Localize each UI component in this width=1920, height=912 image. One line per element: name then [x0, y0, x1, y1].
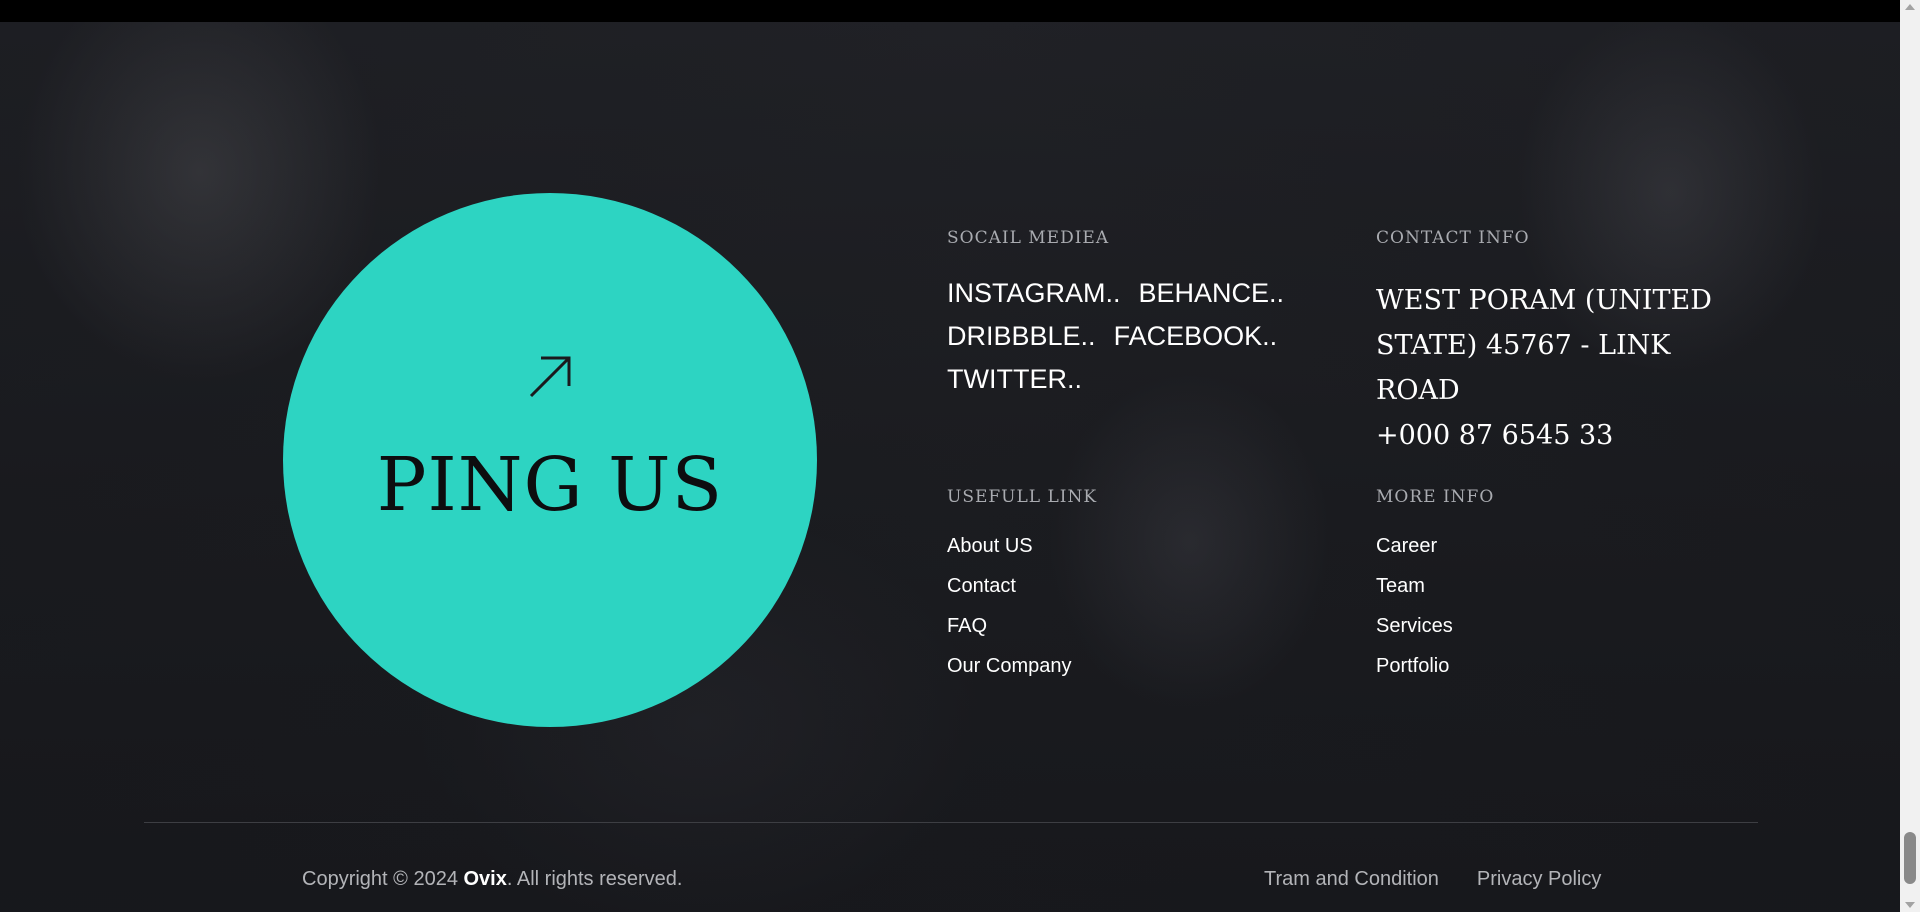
- copyright-prefix: Copyright © 2024: [302, 868, 464, 890]
- link-team[interactable]: Team: [1376, 575, 1494, 598]
- social-links: INSTAGRAM.. BEHANCE.. DRIBBBLE.. FACEBOO…: [947, 278, 1347, 395]
- social-link-behance[interactable]: BEHANCE..: [1139, 278, 1285, 309]
- useful-link-heading: USEFULL LINK: [947, 487, 1098, 507]
- contact-info-heading: CONTACT INFO: [1376, 228, 1530, 248]
- social-media-column: SOCAIL MEDIEA INSTAGRAM.. BEHANCE.. DRIB…: [947, 228, 1347, 395]
- link-contact[interactable]: Contact: [947, 575, 1097, 598]
- more-info-column: MORE INFO Career Team Services Portfolio: [1376, 487, 1494, 678]
- contact-address: WEST PORAM (UNITED STATE) 45767 - LINK R…: [1376, 285, 1712, 406]
- arrow-up-right-icon: [529, 356, 571, 398]
- contact-details: WEST PORAM (UNITED STATE) 45767 - LINK R…: [1376, 278, 1736, 458]
- contact-info-column: CONTACT INFO WEST PORAM (UNITED STATE) 4…: [1376, 228, 1736, 458]
- social-link-dribbble[interactable]: DRIBBBLE..: [947, 321, 1096, 352]
- brand-name: Ovix: [463, 868, 507, 890]
- more-info-heading: MORE INFO: [1376, 487, 1495, 507]
- social-media-heading: SOCAIL MEDIEA: [947, 228, 1110, 248]
- scroll-up-icon[interactable]: [1905, 4, 1915, 10]
- privacy-policy-link[interactable]: Privacy Policy: [1477, 868, 1601, 891]
- link-portfolio[interactable]: Portfolio: [1376, 655, 1494, 678]
- copyright-suffix: . All rights reserved.: [506, 868, 683, 890]
- link-faq[interactable]: FAQ: [947, 615, 1097, 638]
- site-footer: PING US SOCAIL MEDIEA INSTAGRAM.. BEHANC…: [0, 22, 1900, 912]
- vertical-scrollbar[interactable]: [1900, 0, 1920, 912]
- useful-links: About US Contact FAQ Our Company: [947, 535, 1097, 678]
- social-link-facebook[interactable]: FACEBOOK..: [1114, 321, 1278, 352]
- terms-link[interactable]: Tram and Condition: [1264, 868, 1439, 891]
- scroll-down-icon[interactable]: [1905, 902, 1915, 908]
- link-about-us[interactable]: About US: [947, 535, 1097, 558]
- link-our-company[interactable]: Our Company: [947, 655, 1097, 678]
- scroll-thumb[interactable]: [1904, 832, 1916, 884]
- legal-links: Tram and Condition Privacy Policy: [1264, 868, 1601, 891]
- copyright-text: Copyright © 2024 Ovix. All rights reserv…: [302, 868, 682, 891]
- footer-divider: [144, 822, 1758, 823]
- link-services[interactable]: Services: [1376, 615, 1494, 638]
- social-link-twitter[interactable]: TWITTER..: [947, 364, 1082, 395]
- contact-phone[interactable]: +000 87 6545 33: [1376, 413, 1736, 458]
- more-info-links: Career Team Services Portfolio: [1376, 535, 1494, 678]
- top-bar: [0, 0, 1900, 22]
- link-career[interactable]: Career: [1376, 535, 1494, 558]
- useful-link-column: USEFULL LINK About US Contact FAQ Our Co…: [947, 487, 1097, 678]
- ping-us-label: PING US: [376, 442, 724, 528]
- ping-us-button[interactable]: PING US: [283, 193, 817, 727]
- social-link-instagram[interactable]: INSTAGRAM..: [947, 278, 1121, 309]
